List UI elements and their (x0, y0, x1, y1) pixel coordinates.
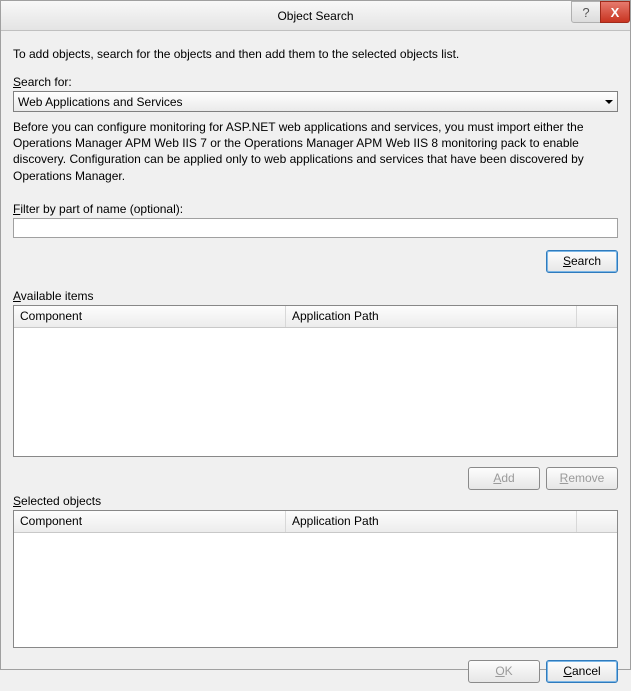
column-spacer (577, 511, 617, 532)
available-grid-body (14, 328, 617, 456)
add-button: Add (468, 467, 540, 490)
description-text: Before you can configure monitoring for … (13, 119, 618, 184)
search-button[interactable]: Search (546, 250, 618, 273)
search-button-row: Search (13, 250, 618, 273)
dialog-content: To add objects, search for the objects a… (1, 31, 630, 691)
available-items-label: Available items (13, 289, 618, 303)
filter-input[interactable] (13, 218, 618, 238)
remove-button: Remove (546, 467, 618, 490)
column-application-path[interactable]: Application Path (286, 511, 577, 532)
selected-objects-label: Selected objects (13, 494, 618, 508)
titlebar: Object Search ? X (1, 1, 630, 31)
ok-button: OK (468, 660, 540, 683)
search-for-dropdown[interactable]: Web Applications and Services (13, 91, 618, 112)
chevron-down-icon (605, 100, 613, 104)
window-buttons: ? X (572, 1, 630, 23)
add-remove-row: Add Remove (13, 467, 618, 490)
column-application-path[interactable]: Application Path (286, 306, 577, 327)
column-component[interactable]: Component (14, 511, 286, 532)
selected-grid-header: Component Application Path (14, 511, 617, 533)
selected-objects-grid[interactable]: Component Application Path (13, 510, 618, 648)
available-items-grid[interactable]: Component Application Path (13, 305, 618, 457)
filter-label: Filter by part of name (optional): (13, 202, 618, 216)
instruction-text: To add objects, search for the objects a… (13, 47, 618, 61)
column-component[interactable]: Component (14, 306, 286, 327)
help-button[interactable]: ? (571, 1, 601, 23)
column-spacer (577, 306, 617, 327)
available-grid-header: Component Application Path (14, 306, 617, 328)
close-button[interactable]: X (600, 1, 630, 23)
cancel-button[interactable]: Cancel (546, 660, 618, 683)
search-for-label: Search for: (13, 75, 618, 89)
selected-grid-body (14, 533, 617, 647)
search-for-value: Web Applications and Services (18, 95, 183, 109)
dialog-buttons: OK Cancel (13, 660, 618, 683)
window-title: Object Search (277, 9, 353, 23)
